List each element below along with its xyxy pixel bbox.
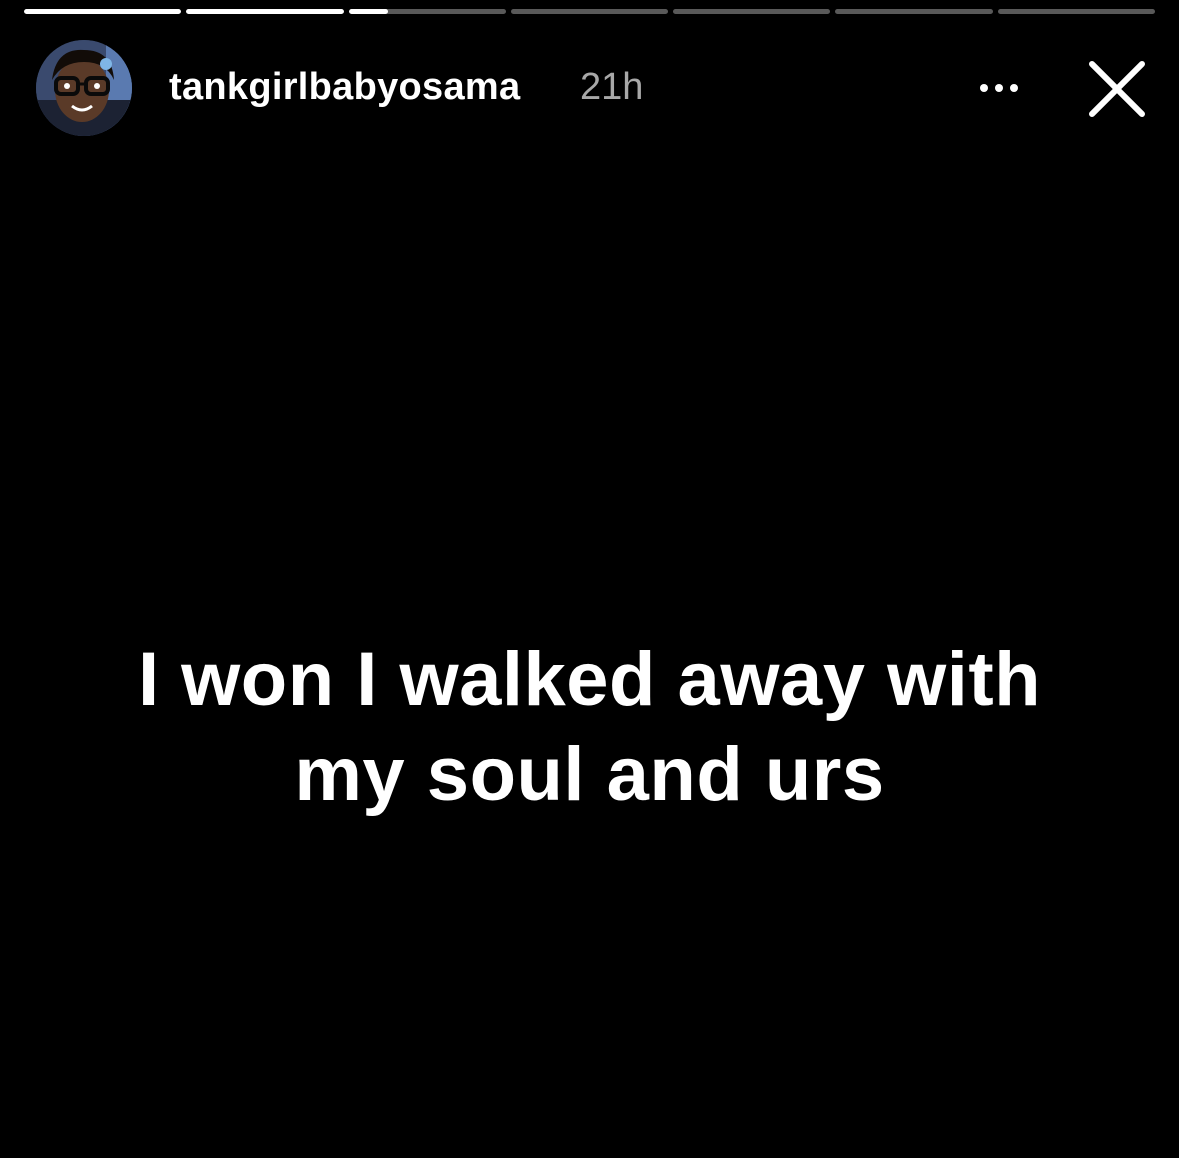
progress-fill <box>348 9 388 14</box>
close-button[interactable] <box>1084 56 1150 122</box>
progress-segment <box>348 9 506 14</box>
progress-fill <box>24 9 182 14</box>
story-text-line: my soul and urs <box>294 732 885 817</box>
progress-segment <box>997 9 1155 14</box>
progress-segment <box>510 9 669 14</box>
username[interactable]: tankgirlbabyosama <box>169 66 520 109</box>
story-progress-bars <box>24 9 1155 15</box>
ellipsis-icon-dot <box>1010 84 1018 92</box>
ellipsis-icon-dot <box>995 84 1003 92</box>
progress-segment <box>835 9 993 14</box>
progress-segment <box>673 9 831 14</box>
close-icon <box>1089 61 1145 117</box>
story-text: I won I walked away with my soul and urs <box>40 632 1139 822</box>
timestamp: 21h <box>580 66 644 108</box>
progress-segment <box>24 9 182 14</box>
more-options-button[interactable] <box>972 68 1026 108</box>
ellipsis-icon-dot <box>980 84 988 92</box>
progress-fill <box>186 9 344 14</box>
story-header: tankgirlbabyosama 21h <box>36 40 1151 136</box>
progress-segment <box>186 9 344 14</box>
story-text-line: I won I walked away with <box>137 637 1042 722</box>
avatar[interactable] <box>36 40 132 136</box>
profile-photo-icon <box>36 40 132 136</box>
